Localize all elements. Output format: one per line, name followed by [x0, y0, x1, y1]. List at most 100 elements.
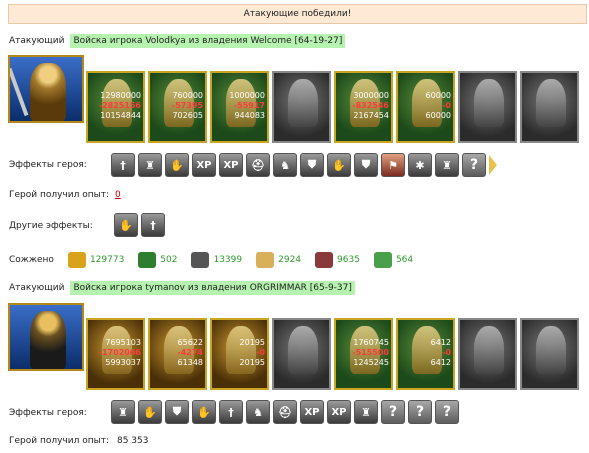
shield-icon[interactable]: ⛊ — [354, 153, 378, 177]
army2-experience: Герой получил опыт: 85 353 — [9, 436, 148, 446]
troop-slot[interactable] — [520, 318, 579, 390]
troop-start-count: 6412 — [430, 338, 451, 347]
bird-icon[interactable]: ♞ — [273, 153, 297, 177]
army1-name[interactable]: Войска игрока Volodkya из владения Welco… — [70, 34, 346, 48]
troop-slot[interactable]: 65622 -4274 61348 — [148, 318, 207, 390]
unknown-effect-icon[interactable]: ? — [381, 400, 405, 424]
gauntlet-icon[interactable]: ✋ — [192, 400, 216, 424]
troop-slot[interactable] — [272, 71, 331, 143]
ore-icon — [191, 252, 210, 268]
troop-slot[interactable]: 1000000 -55917 944083 — [210, 71, 269, 143]
troop-counts: 12980000 -2825156 10154844 — [99, 91, 141, 121]
army1-hero-portrait[interactable] — [8, 55, 84, 123]
unknown-effect-icon[interactable]: ? — [435, 400, 459, 424]
troop-slot[interactable]: 20195 -0 20195 — [210, 318, 269, 390]
army2-effects-label: Эффекты героя: — [9, 408, 87, 418]
troop-counts: 760000 -57395 702605 — [172, 91, 203, 121]
troop-slot[interactable]: 760000 -57395 702605 — [148, 71, 207, 143]
xp-icon[interactable]: XP — [300, 400, 324, 424]
unknown-effect-icon[interactable]: ? — [408, 400, 432, 424]
troop-loss-count: -832546 — [352, 101, 389, 110]
troop-slot[interactable]: 1760745 -515500 1245245 — [334, 318, 393, 390]
helm-icon[interactable]: ⛑ — [246, 153, 270, 177]
army2-hero-portrait[interactable] — [8, 303, 84, 371]
troop-slot[interactable]: 6412 -0 6412 — [396, 318, 455, 390]
armor-icon[interactable]: ♜ — [111, 400, 135, 424]
scroll-right-arrow[interactable] — [489, 155, 497, 175]
army2-header: Атакующий Войска игрока tymanov из владе… — [9, 281, 355, 295]
xp-icon[interactable]: XP — [327, 400, 351, 424]
xp-icon[interactable]: XP — [192, 153, 216, 177]
burned-value: 502 — [160, 255, 178, 265]
gauntlet-icon[interactable]: ✋ — [165, 153, 189, 177]
wood-icon — [138, 252, 157, 268]
troop-slot[interactable] — [272, 318, 331, 390]
food-icon — [256, 252, 275, 268]
exp-value[interactable]: 0 — [115, 190, 121, 200]
gauntlet-icon[interactable]: ✋ — [327, 153, 351, 177]
troop-image — [288, 326, 318, 374]
unknown-effect-icon[interactable]: ? — [462, 153, 486, 177]
shield-icon[interactable]: ⛊ — [165, 400, 189, 424]
troop-slot[interactable]: 12980000 -2825156 10154844 — [86, 71, 145, 143]
troop-image — [536, 326, 566, 374]
bird-icon[interactable]: ♞ — [246, 400, 270, 424]
troop-slot[interactable] — [458, 318, 517, 390]
troop-start-count: 3000000 — [353, 91, 389, 100]
burned-item: 564 — [373, 252, 413, 268]
burned-value: 129773 — [89, 255, 125, 265]
burned-item: 13399 — [191, 252, 242, 268]
troop-remaining-count: 10154844 — [100, 111, 141, 120]
shield-icon[interactable]: ⛊ — [300, 153, 324, 177]
web-icon[interactable]: ✱ — [408, 153, 432, 177]
troop-remaining-count: 5993037 — [105, 358, 141, 367]
army2-name[interactable]: Войска игрока tymanov из владения ORGRIM… — [70, 281, 355, 295]
army1-effects-label: Эффекты героя: — [9, 160, 87, 170]
troop-image — [288, 79, 318, 127]
attacker-label: Атакующий — [9, 283, 65, 293]
troop-image — [536, 79, 566, 127]
troop-slot[interactable]: 60000 -0 60000 — [396, 71, 455, 143]
sword-icon[interactable]: † — [141, 213, 165, 237]
sword-icon[interactable]: † — [219, 400, 243, 424]
troop-loss-count: -57395 — [171, 101, 203, 110]
army1-effects: † ♜ ✋ XP XP ⛑ ♞ ⛊ ✋ ⛊ ⚑ ✱ ♜? — [111, 153, 497, 177]
troop-loss-count: -0 — [442, 101, 451, 110]
troop-image — [474, 326, 504, 374]
banner-icon[interactable]: ⚑ — [381, 153, 405, 177]
troop-loss-count: -2825156 — [98, 101, 141, 110]
troop-loss-count: -4274 — [177, 348, 203, 357]
troop-image — [474, 79, 504, 127]
troop-slot[interactable]: 7695103 -1702066 5993037 — [86, 318, 145, 390]
sword-icon[interactable]: † — [111, 153, 135, 177]
gauntlet-icon[interactable]: ✋ — [114, 213, 138, 237]
troop-remaining-count: 61348 — [177, 358, 203, 367]
exp-label: Герой получил опыт: — [9, 436, 109, 446]
troop-counts: 1760745 -515500 1245245 — [352, 338, 389, 368]
armor-icon[interactable]: ♜ — [138, 153, 162, 177]
troop-start-count: 65622 — [177, 338, 203, 347]
helm-icon[interactable]: ⛑ — [273, 400, 297, 424]
troop-start-count: 1760745 — [353, 338, 389, 347]
battle-result-banner: Атакующие победили! — [8, 4, 587, 24]
troop-slot[interactable]: 3000000 -832546 2167454 — [334, 71, 393, 143]
troop-remaining-count: 944083 — [234, 111, 265, 120]
burned-item: 129773 — [67, 252, 125, 268]
troop-counts: 65622 -4274 61348 — [177, 338, 203, 368]
xp-icon[interactable]: XP — [219, 153, 243, 177]
troop-loss-count: -0 — [256, 348, 265, 357]
gauntlet-icon[interactable]: ✋ — [138, 400, 162, 424]
troop-loss-count: -515500 — [352, 348, 389, 357]
armor-icon[interactable]: ♜ — [354, 400, 378, 424]
troop-loss-count: -0 — [442, 348, 451, 357]
troop-start-count: 60000 — [425, 91, 451, 100]
troop-counts: 20195 -0 20195 — [240, 338, 265, 368]
troop-start-count: 1000000 — [229, 91, 265, 100]
gold-icon — [67, 252, 86, 268]
troop-remaining-count: 20195 — [239, 358, 265, 367]
armor-icon[interactable]: ♜ — [435, 153, 459, 177]
troop-slot[interactable] — [520, 71, 579, 143]
troop-counts: 6412 -0 6412 — [431, 338, 451, 368]
exp-label: Герой получил опыт: — [9, 190, 109, 200]
troop-slot[interactable] — [458, 71, 517, 143]
